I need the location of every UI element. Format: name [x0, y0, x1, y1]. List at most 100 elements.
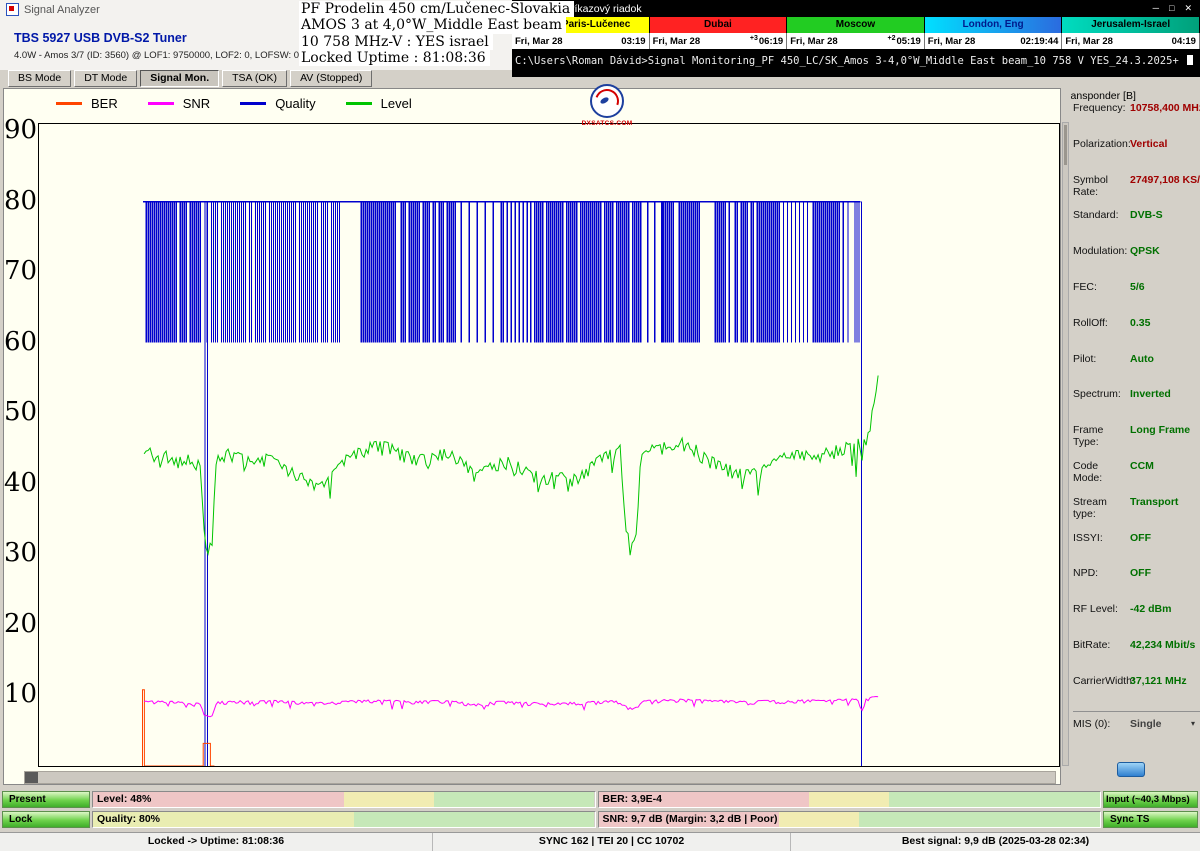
- transponder-row-carrierwidth: CarrierWidth:37,121 MHz: [1073, 675, 1200, 711]
- field-value: Single: [1130, 718, 1162, 730]
- transponder-row-frequency: Frequency:10758,400 MHz: [1073, 102, 1200, 138]
- field-value: Long Frame: [1130, 424, 1190, 436]
- transponder-row-bitrate: BitRate:42,234 Mbit/s: [1073, 639, 1200, 675]
- field-label: Spectrum:: [1073, 388, 1130, 400]
- command-prompt-window[interactable]: Príkazový riadok ─ □ ✕ Berlin-Paris-Lučene…: [512, 0, 1200, 77]
- app-icon: [6, 3, 19, 16]
- clock-date: Fri, Mar 28: [653, 36, 701, 47]
- signal-plot-svg: [39, 124, 1059, 766]
- status-badge-present: Present: [2, 791, 90, 808]
- chart-horizontal-scrollbar[interactable]: [24, 771, 1056, 784]
- field-label: Modulation:: [1073, 245, 1130, 257]
- y-axis-label-30: 30: [4, 538, 34, 568]
- meter-zone: [889, 792, 1100, 807]
- world-clock-times: Fri, Mar 2803:19Fri, Mar 28+306:19Fri, M…: [512, 33, 1200, 49]
- utc-offset: +3: [750, 35, 758, 42]
- console-prompt-line[interactable]: C:\Users\Roman Dávid>Signal Monitoring_P…: [512, 49, 1200, 67]
- field-value: Transport: [1130, 496, 1178, 508]
- annotation-overlay: PF Prodelin 450 cm/Lučenec-SlovakiaAMOS …: [299, 1, 574, 66]
- transponder-panel: Transponder [B] Frequency:10758,400 MHzP…: [1071, 88, 1200, 785]
- field-value: -42 dBm: [1130, 603, 1171, 615]
- tab-tsa-ok[interactable]: TSA (OK): [222, 70, 287, 87]
- legend-item-snr: SNR: [148, 96, 210, 111]
- transponder-row-symbol-rate: Symbol Rate:27497,108 KS/s: [1073, 174, 1200, 210]
- legend-label: Quality: [275, 96, 315, 111]
- meter-zone: [859, 812, 1100, 827]
- meter-label: BER: 3,9E-4: [603, 792, 663, 807]
- maximize-icon[interactable]: □: [1169, 3, 1174, 14]
- transponder-row-stream-type: Stream type:Transport: [1073, 496, 1200, 532]
- signal-plot: [38, 123, 1060, 767]
- minimize-icon[interactable]: ─: [1153, 3, 1159, 14]
- vscroll-thumb[interactable]: [1064, 125, 1067, 165]
- dxsatcs-logo: DXSATCS.COM: [571, 84, 643, 127]
- clock-city-dubai: Dubai: [650, 17, 788, 33]
- transponder-row-frame-type: Frame Type:Long Frame: [1073, 424, 1200, 460]
- clock-hhmm: +205:19: [887, 35, 920, 47]
- field-label: ISSYI:: [1073, 532, 1130, 544]
- legend-swatch-level: [346, 102, 372, 105]
- y-axis-label-80: 80: [4, 186, 34, 216]
- console-title-bar[interactable]: Príkazový riadok ─ □ ✕: [512, 0, 1200, 17]
- y-axis-label-40: 40: [4, 468, 34, 498]
- meter-level: Level: 48%: [92, 791, 596, 808]
- panel-blue-button[interactable]: [1117, 762, 1145, 777]
- world-clock-cities: Berlin-Paris-LučenecDubaiMoscowLondon, E…: [512, 17, 1200, 33]
- series-ber: [143, 690, 215, 766]
- tab-dt-mode[interactable]: DT Mode: [74, 70, 137, 87]
- field-value: Vertical: [1130, 138, 1167, 150]
- clock-hhmm: +306:19: [750, 35, 783, 47]
- meter-quality: Quality: 80%: [92, 811, 596, 828]
- tab-av-stopped[interactable]: AV (Stopped): [290, 70, 372, 87]
- tuner-name: TBS 5927 USB DVB-S2 Tuner: [14, 31, 187, 45]
- field-label: RollOff:: [1073, 317, 1130, 329]
- overlay-line: AMOS 3 at 4,0°W_Middle East beam: [299, 17, 566, 33]
- series-quality-bars: [146, 202, 859, 343]
- console-title: Príkazový riadok: [564, 3, 642, 15]
- clock-time-dubai: Fri, Mar 28 +306:19: [650, 33, 788, 49]
- utc-offset: +2: [887, 35, 895, 42]
- field-value: Inverted: [1130, 388, 1171, 400]
- overlay-line: PF Prodelin 450 cm/Lučenec-Slovakia: [299, 1, 574, 17]
- field-label: CarrierWidth:: [1073, 675, 1130, 687]
- field-label: Code Mode:: [1073, 460, 1130, 484]
- chart-vertical-scrollbar[interactable]: [1062, 122, 1069, 766]
- overlay-line: 10 758 MHz-V : YES israel: [299, 34, 493, 50]
- clock-city-jerusalem-israel: Jerusalem-Israel: [1062, 17, 1200, 33]
- tab-signal-mon[interactable]: Signal Mon.: [140, 70, 219, 87]
- tab-bs-mode[interactable]: BS Mode: [8, 70, 71, 87]
- transponder-row-standard: Standard:DVB-S: [1073, 209, 1200, 245]
- meter-label: Quality: 80%: [97, 812, 160, 827]
- mode-tabs: BS ModeDT ModeSignal Mon.TSA (OK)AV (Sto…: [8, 70, 372, 87]
- legend-item-quality: Quality: [240, 96, 315, 111]
- clock-city-london-eng: London, Eng: [925, 17, 1063, 33]
- y-axis-label-10: 10: [4, 679, 34, 709]
- clock-hhmm: 03:19: [621, 36, 645, 47]
- console-prompt-text: C:\Users\Roman Dávid>Signal Monitoring_P…: [515, 55, 1179, 67]
- legend-item-ber: BER: [56, 96, 118, 111]
- field-value: CCM: [1130, 460, 1154, 472]
- y-axis-label-70: 70: [4, 256, 34, 286]
- field-label: Frequency:: [1073, 102, 1130, 114]
- transponder-panel-header: Transponder [B]: [1071, 90, 1200, 102]
- mis-dropdown[interactable]: MIS (0):Single▾: [1073, 711, 1200, 753]
- transponder-row-rolloff: RollOff:0.35: [1073, 317, 1200, 353]
- transponder-row-spectrum: Spectrum:Inverted: [1073, 388, 1200, 424]
- status-lock-uptime: Locked -> Uptime: 81:08:36: [0, 833, 433, 851]
- meter-row: LockQuality: 80%SNR: 9,7 dB (Margin: 3,2…: [2, 811, 1198, 828]
- transponder-row-modulation: Modulation:QPSK: [1073, 245, 1200, 281]
- close-icon[interactable]: ✕: [1184, 3, 1192, 14]
- meter-zone: [779, 812, 859, 827]
- status-bar: Locked -> Uptime: 81:08:36 SYNC 162 | TE…: [0, 832, 1200, 851]
- transponder-row-issyi: ISSYI:OFF: [1073, 532, 1200, 568]
- overlay-line: Locked Uptime : 81:08:36: [299, 50, 490, 66]
- field-label: MIS (0):: [1073, 718, 1130, 730]
- meter-zone: [354, 812, 595, 827]
- legend-label: BER: [91, 96, 118, 111]
- clock-time-london-eng: Fri, Mar 2802:19:44: [925, 33, 1063, 49]
- y-axis-label-50: 50: [4, 397, 34, 427]
- clock-city-moscow: Moscow: [787, 17, 925, 33]
- hscroll-thumb[interactable]: [25, 772, 38, 783]
- clock-time-moscow: Fri, Mar 28+205:19: [787, 33, 925, 49]
- field-value: DVB-S: [1130, 209, 1163, 221]
